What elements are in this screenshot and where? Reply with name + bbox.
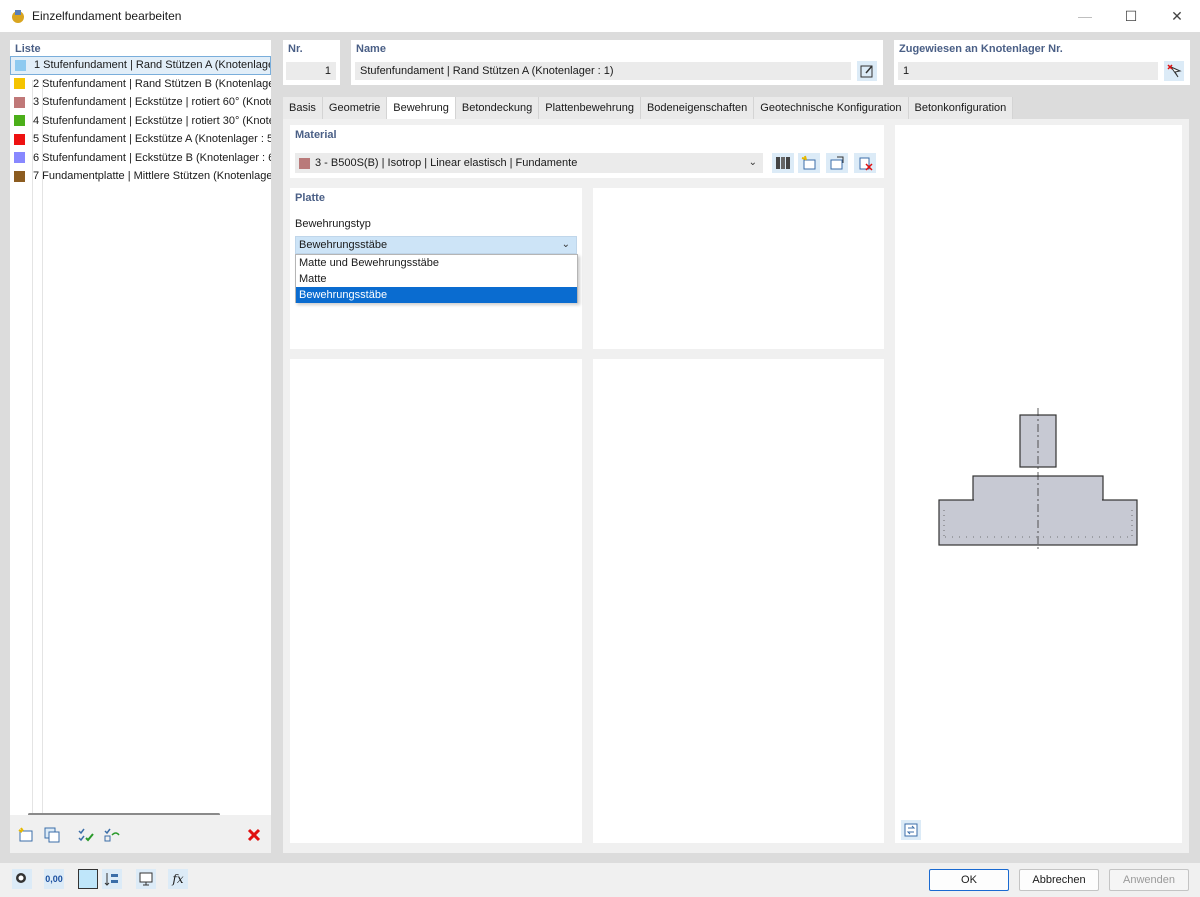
- tab-plattenbewehrung[interactable]: Plattenbewehrung: [539, 97, 641, 119]
- edit-name-icon[interactable]: [857, 61, 877, 81]
- color-swatch: [14, 152, 25, 164]
- list-toolbar: [10, 815, 271, 853]
- empty-group-top-right: [593, 188, 884, 349]
- color-swatch: [14, 133, 25, 145]
- assigned-label: Zugewiesen an Knotenlager Nr.: [899, 43, 1063, 55]
- bottom-bar: 0,00 fx OK Abbrechen Anwenden: [0, 863, 1200, 897]
- nr-field[interactable]: 1: [286, 62, 336, 80]
- search-icon[interactable]: [12, 869, 32, 889]
- foundation-drawing: [938, 408, 1138, 550]
- platte-group: Platte Bewehrungstyp Bewehrungsstäbe ⌄ M…: [290, 188, 582, 349]
- color-swatch: [14, 170, 25, 182]
- option-matte-und-bewehrungsstaebe[interactable]: Matte und Bewehrungsstäbe: [296, 255, 577, 271]
- tab-betonkonfiguration[interactable]: Betonkonfiguration: [908, 97, 1014, 119]
- pick-node-icon[interactable]: [1164, 61, 1184, 81]
- chevron-down-icon: ⌄: [748, 157, 757, 168]
- material-color-swatch: [299, 157, 310, 169]
- ok-button[interactable]: OK: [929, 869, 1009, 891]
- list-item-label: Stufenfundament | Eckstütze | rotiert 60…: [42, 96, 271, 109]
- list-item-label: Fundamentplatte | Mittlere Stützen (Knot…: [42, 170, 271, 183]
- window-title: Einzelfundament bearbeiten: [32, 9, 182, 23]
- close-button[interactable]: ✕: [1154, 0, 1200, 32]
- maximize-button[interactable]: ☐: [1108, 0, 1154, 32]
- tab-bodeneigenschaften[interactable]: Bodeneigenschaften: [640, 97, 755, 119]
- nr-field-group: Nr. 1: [283, 40, 340, 85]
- divider: [32, 80, 33, 825]
- list-item[interactable]: 2 Stufenfundament | Rand Stützen B (Knot…: [10, 75, 271, 94]
- nr-label: Nr.: [288, 43, 303, 55]
- toggle-check-icon[interactable]: [102, 825, 122, 845]
- tab-geotechnische-konfiguration[interactable]: Geotechnische Konfiguration: [754, 97, 909, 119]
- color-swatch: [15, 59, 26, 71]
- name-field[interactable]: Stufenfundament | Rand Stützen A (Knoten…: [355, 62, 851, 80]
- list-item-label: Stufenfundament | Eckstütze B (Knotenlag…: [42, 151, 271, 164]
- color-swatch: [14, 78, 25, 90]
- cancel-button[interactable]: Abbrechen: [1019, 869, 1099, 891]
- divider: [42, 80, 43, 825]
- delete-material-icon[interactable]: [854, 153, 876, 173]
- list-item[interactable]: 3 Stufenfundament | Eckstütze | rotiert …: [10, 93, 271, 112]
- edit-material-icon[interactable]: [826, 153, 848, 173]
- dialog-client: Liste 1 Stufenfundament | Rand Stützen A…: [0, 32, 1200, 897]
- new-item-icon[interactable]: [16, 825, 36, 845]
- color-box-icon[interactable]: [78, 869, 98, 889]
- assigned-field[interactable]: 1: [898, 62, 1158, 80]
- chevron-down-icon: ⌄: [561, 239, 570, 250]
- platte-label: Platte: [295, 192, 325, 204]
- copy-item-icon[interactable]: [42, 825, 62, 845]
- tab-basis[interactable]: Basis: [283, 97, 323, 119]
- preview-panel: [895, 125, 1182, 843]
- color-swatch: [14, 96, 25, 108]
- option-bewehrungsstaebe[interactable]: Bewehrungsstäbe: [296, 287, 577, 303]
- bewehrungstyp-options: Matte und Bewehrungsstäbe Matte Bewehrun…: [295, 254, 578, 303]
- formula-icon[interactable]: fx: [168, 869, 188, 889]
- list-item-label: Stufenfundament | Eckstütze | rotiert 30…: [42, 114, 271, 127]
- tab-bar: Basis Geometrie Bewehrung Betondeckung P…: [283, 97, 1014, 119]
- list-item[interactable]: 5 Stufenfundament | Eckstütze A (Knotenl…: [10, 130, 271, 149]
- minimize-button[interactable]: —: [1062, 0, 1108, 32]
- refresh-view-icon[interactable]: [901, 820, 921, 840]
- delete-icon[interactable]: [244, 825, 264, 845]
- list-item[interactable]: 6 Stufenfundament | Eckstütze B (Knotenl…: [10, 149, 271, 168]
- material-label: Material: [295, 129, 337, 141]
- app-icon: [12, 10, 24, 23]
- option-matte[interactable]: Matte: [296, 271, 577, 287]
- empty-group-bottom-left: [290, 359, 582, 843]
- name-field-group: Name Stufenfundament | Rand Stützen A (K…: [351, 40, 883, 85]
- new-material-icon[interactable]: [798, 153, 820, 173]
- tab-geometrie[interactable]: Geometrie: [322, 97, 388, 119]
- list-item[interactable]: 4 Stufenfundament | Eckstütze | rotiert …: [10, 112, 271, 131]
- color-swatch: [14, 115, 25, 127]
- material-library-icon[interactable]: [772, 153, 794, 173]
- table-sort-icon[interactable]: [102, 869, 122, 889]
- tab-bewehrung[interactable]: Bewehrung: [387, 97, 456, 119]
- check-all-icon[interactable]: [76, 825, 96, 845]
- list-header: Liste: [15, 43, 41, 55]
- material-value: 3 - B500S(B) | Isotrop | Linear elastisc…: [315, 157, 578, 169]
- bewehrungstyp-value: Bewehrungsstäbe: [299, 239, 388, 251]
- bewehrungstyp-label: Bewehrungstyp: [295, 218, 371, 230]
- list-item[interactable]: 7 Fundamentplatte | Mittlere Stützen (Kn…: [10, 167, 271, 186]
- display-icon[interactable]: [136, 869, 156, 889]
- list-panel: Liste 1 Stufenfundament | Rand Stützen A…: [10, 40, 271, 853]
- apply-button[interactable]: Anwenden: [1109, 869, 1189, 891]
- material-select[interactable]: 3 - B500S(B) | Isotrop | Linear elastisc…: [295, 153, 763, 173]
- bewehrungstyp-select[interactable]: Bewehrungsstäbe ⌄: [295, 236, 577, 254]
- title-bar: Einzelfundament bearbeiten — ☐ ✕: [0, 0, 1200, 32]
- material-group: Material 3 - B500S(B) | Isotrop | Linear…: [290, 125, 884, 178]
- list-item-label: Stufenfundament | Rand Stützen A (Knoten…: [43, 59, 271, 72]
- decimal-places-icon[interactable]: 0,00: [44, 869, 64, 889]
- tab-betondeckung[interactable]: Betondeckung: [455, 97, 540, 119]
- assigned-field-group: Zugewiesen an Knotenlager Nr. 1: [894, 40, 1190, 85]
- list-item-label: Stufenfundament | Rand Stützen B (Knoten…: [42, 77, 271, 90]
- empty-group-bottom-right: [593, 359, 884, 843]
- list-item[interactable]: 1 Stufenfundament | Rand Stützen A (Knot…: [10, 56, 271, 75]
- list-item-label: Stufenfundament | Eckstütze A (Knotenlag…: [42, 133, 271, 146]
- name-label: Name: [356, 43, 386, 55]
